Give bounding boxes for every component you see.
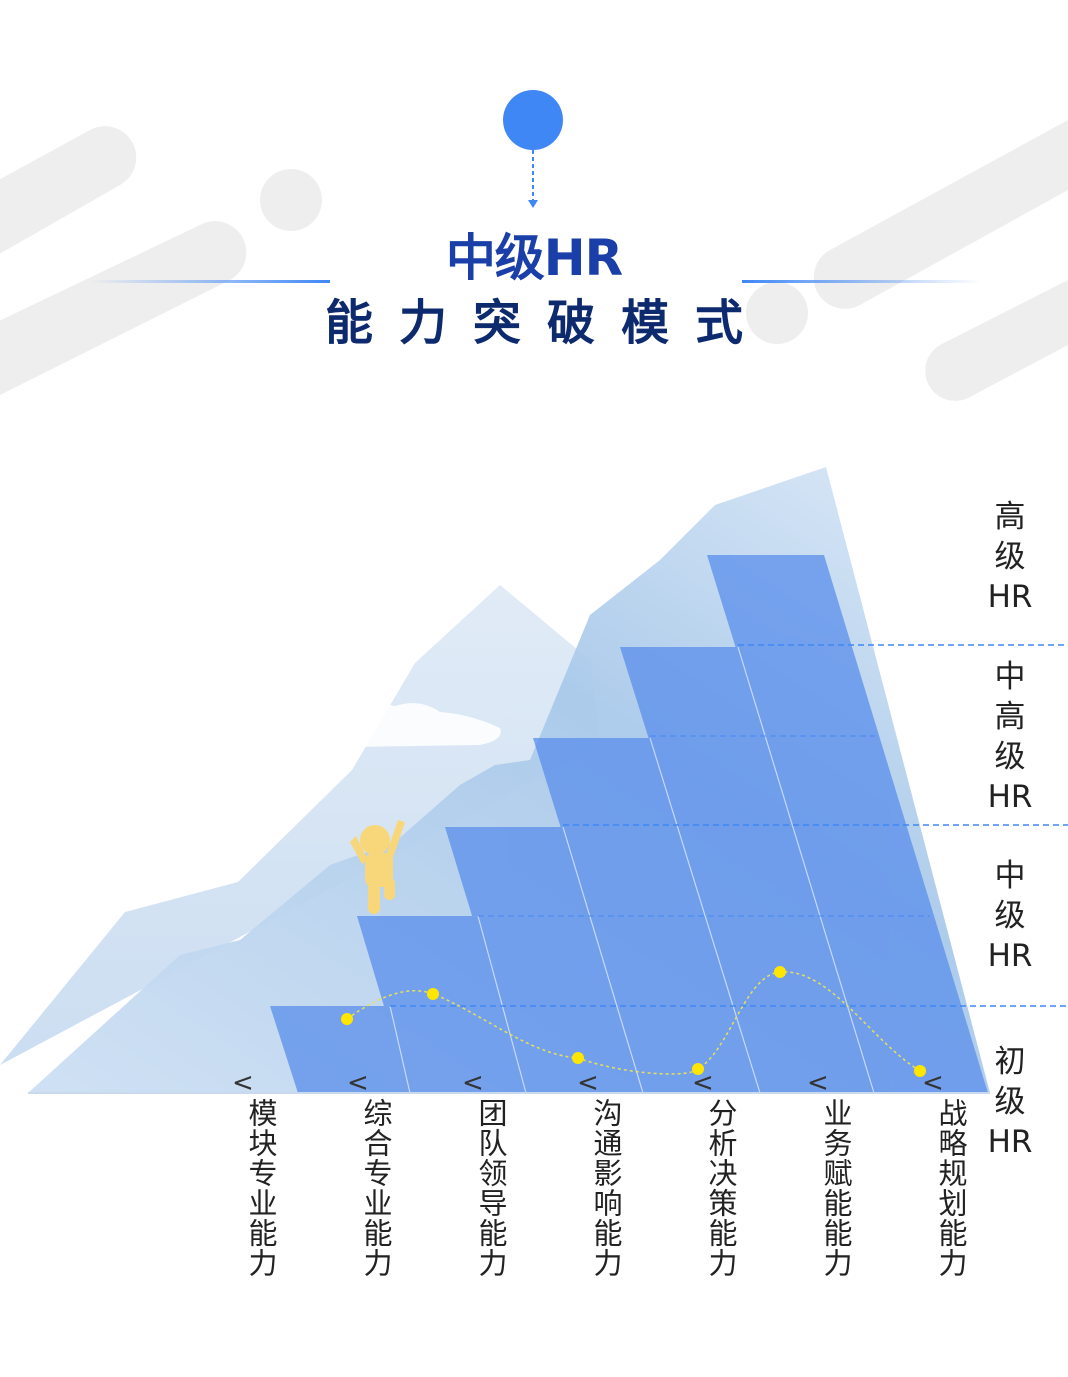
- curve-dot: [427, 988, 439, 1000]
- diagram-canvas: 中级HR 能力突破模式 高 级 HR 中 高 级 HR 中 级 HR 初 级 H…: [0, 0, 1068, 1377]
- page-title: 中级HR: [445, 229, 623, 287]
- background-illustration: [0, 90, 1068, 1094]
- skill-caret: <: [577, 1068, 599, 1098]
- skill-caret: <: [692, 1068, 714, 1098]
- level-char: 级: [994, 1084, 1026, 1120]
- skill-label-team-lead: 团队领导能力: [474, 1098, 508, 1278]
- level-char: 中: [994, 858, 1026, 894]
- curve-dot: [774, 966, 786, 978]
- cloud-1: [166, 592, 356, 638]
- level-char: HR: [987, 1124, 1033, 1160]
- level-label-mid: 中 级 HR: [980, 856, 1040, 976]
- skill-label-strategy: 战略规划能力: [934, 1098, 968, 1278]
- page-subtitle: 能力突破模式: [324, 295, 769, 351]
- level-char: HR: [987, 938, 1033, 974]
- header-dot: [503, 90, 563, 150]
- skill-caret: <: [462, 1068, 484, 1098]
- skill-label-integrated: 综合专业能力: [359, 1098, 393, 1278]
- level-char: 高: [994, 699, 1026, 735]
- skill-caret: <: [347, 1068, 369, 1098]
- curve-dot: [572, 1052, 584, 1064]
- header-arrowhead: [528, 200, 538, 208]
- skill-label-analysis: 分析决策能力: [704, 1098, 738, 1278]
- level-char: HR: [987, 579, 1033, 615]
- level-label-junior: 初 级 HR: [980, 1042, 1040, 1162]
- level-label-upper-mid: 中 高 级 HR: [980, 657, 1040, 817]
- skill-label-communication: 沟通影响能力: [589, 1098, 623, 1278]
- skill-caret: <: [922, 1068, 944, 1098]
- skill-label-business: 业务赋能能力: [819, 1098, 853, 1278]
- level-char: 初: [994, 1044, 1026, 1080]
- curve-dot: [341, 1013, 353, 1025]
- skill-caret: <: [232, 1068, 254, 1098]
- level-char: 级: [994, 739, 1026, 775]
- level-label-senior: 高 级 HR: [980, 497, 1040, 617]
- skill-label-module: 模块专业能力: [244, 1098, 278, 1278]
- level-char: 中: [994, 659, 1026, 695]
- level-char: 级: [994, 898, 1026, 934]
- level-char: 级: [994, 539, 1026, 575]
- skill-caret: <: [807, 1068, 829, 1098]
- level-char: HR: [987, 779, 1033, 815]
- level-char: 高: [994, 499, 1026, 535]
